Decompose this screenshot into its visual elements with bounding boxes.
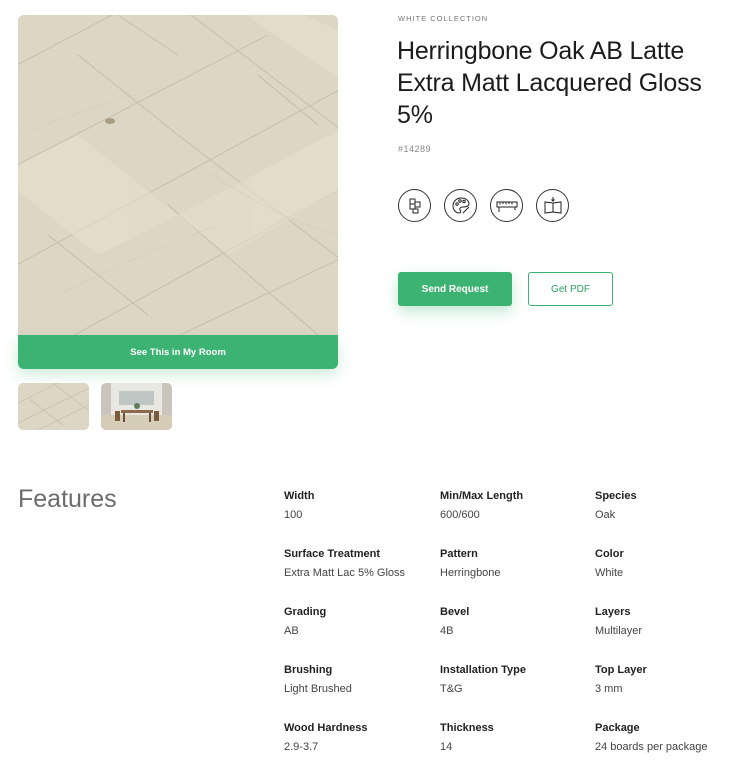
spec-value: 3 mm <box>595 683 623 695</box>
spec-layers: Layers Multilayer <box>595 605 745 638</box>
spec-label: Layers <box>595 606 631 618</box>
spec-species: Species Oak <box>595 489 745 522</box>
spec-label: Color <box>595 548 624 560</box>
spec-label: Wood Hardness <box>284 722 368 734</box>
spec-top-layer: Top Layer 3 mm <box>595 663 745 696</box>
plank-pattern-icon[interactable] <box>398 189 431 222</box>
brochure-book-icon[interactable] <box>536 189 569 222</box>
features-heading: Features <box>18 485 117 513</box>
spec-brushing: Brushing Light Brushed <box>284 663 434 696</box>
floor-sample-thumbnail[interactable] <box>18 383 89 430</box>
tape-measure-icon[interactable] <box>490 189 523 222</box>
spec-pattern: Pattern Herringbone <box>440 547 590 580</box>
spec-label: Surface Treatment <box>284 548 380 560</box>
color-palette-icon[interactable] <box>444 189 477 222</box>
product-main-image <box>18 15 338 335</box>
spec-value: Multilayer <box>595 625 643 637</box>
spec-installation-type: Installation Type T&G <box>440 663 590 696</box>
spec-width: Width 100 <box>284 489 434 522</box>
feature-icon-row <box>398 189 569 222</box>
see-in-room-button[interactable]: See This in My Room <box>18 335 338 369</box>
spec-label: Pattern <box>440 548 478 560</box>
spec-surface-treatment: Surface Treatment Extra Matt Lac 5% Glos… <box>284 547 434 580</box>
spec-value: White <box>595 567 624 579</box>
spec-grading: Grading AB <box>284 605 434 638</box>
spec-package: Package 24 boards per package <box>595 721 745 754</box>
product-title: Herringbone Oak AB Latte Extra Matt Lacq… <box>397 37 702 129</box>
product-sku: #14289 <box>398 144 432 154</box>
spec-label: Bevel <box>440 606 470 618</box>
spec-label: Width <box>284 490 315 502</box>
spec-value: Light Brushed <box>284 683 352 695</box>
spec-label: Brushing <box>284 664 333 676</box>
herringbone-floor-image <box>18 15 338 335</box>
room-scene-thumbnail[interactable] <box>101 383 172 430</box>
spec-label: Installation Type <box>440 664 526 676</box>
send-request-button[interactable]: Send Request <box>398 272 512 306</box>
spec-value: T&G <box>440 683 463 695</box>
spec-value: 100 <box>284 509 303 521</box>
spec-label: Top Layer <box>595 664 647 676</box>
spec-min-max-length: Min/Max Length 600/600 <box>440 489 590 522</box>
spec-value: 2.9-3.7 <box>284 741 319 753</box>
spec-value: 24 boards per package <box>595 741 708 753</box>
spec-label: Species <box>595 490 637 502</box>
spec-value: 4B <box>440 625 454 637</box>
spec-color: Color White <box>595 547 745 580</box>
collection-label: WHITE COLLECTION <box>398 14 489 23</box>
spec-wood-hardness: Wood Hardness 2.9-3.7 <box>284 721 434 754</box>
spec-thickness: Thickness 14 <box>440 721 590 754</box>
spec-label: Min/Max Length <box>440 490 524 502</box>
spec-value: Extra Matt Lac 5% Gloss <box>284 567 406 579</box>
get-pdf-button[interactable]: Get PDF <box>528 272 613 306</box>
spec-value: AB <box>284 625 299 637</box>
spec-label: Package <box>595 722 640 734</box>
spec-label: Grading <box>284 606 327 618</box>
spec-value: Herringbone <box>440 567 501 579</box>
spec-value: Oak <box>595 509 616 521</box>
spec-value: 600/600 <box>440 509 480 521</box>
floor-sample-image <box>18 383 89 430</box>
spec-bevel: Bevel 4B <box>440 605 590 638</box>
spec-label: Thickness <box>440 722 494 734</box>
spec-value: 14 <box>440 741 453 753</box>
room-scene-image <box>101 383 172 430</box>
